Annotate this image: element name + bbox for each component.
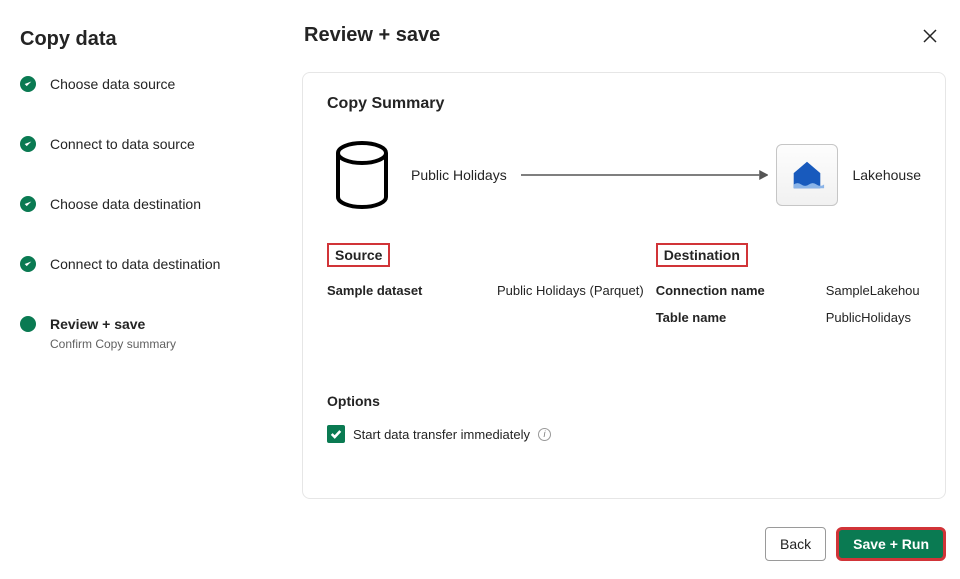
database-icon [333,141,391,209]
page-title: Review + save [304,24,440,47]
start-transfer-checkbox[interactable] [327,425,345,443]
step-label: Choose data destination [50,195,201,213]
close-icon [923,29,937,43]
current-step-icon [20,316,36,332]
dest-row-table: Table name PublicHolidays [656,310,921,325]
source-label: Public Holidays [411,167,507,183]
dest-row-connection: Connection name SampleLakehou [656,283,921,298]
wizard-sidebar: Copy data Choose data source [0,0,280,579]
row-key: Connection name [656,283,826,298]
destination-heading: Destination [656,243,748,267]
dest-label: Lakehouse [852,167,921,183]
arrow-icon [521,168,769,182]
options-title: Options [327,393,921,409]
checkmark-icon [20,256,36,272]
lakehouse-icon [776,144,838,206]
step-sublabel: Confirm Copy summary [50,337,176,351]
row-key: Table name [656,310,826,325]
copy-summary-card: Copy Summary Public Holidays [302,72,946,499]
checkmark-icon [20,76,36,92]
flow-diagram: Public Holidays Lakehouse [333,141,921,209]
step-choose-data-source[interactable]: Choose data source [18,75,260,135]
close-button[interactable] [918,24,942,48]
step-label: Connect to data source [50,135,195,153]
wizard-steps: Choose data source Connect to data sourc… [18,75,260,351]
row-value: PublicHolidays [826,310,911,325]
options-section: Options Start data transfer immediately … [327,393,921,443]
row-key: Sample dataset [327,283,497,298]
card-title: Copy Summary [327,95,921,113]
back-button[interactable]: Back [765,527,826,561]
source-column: Source Sample dataset Public Holidays (P… [327,243,644,337]
info-icon[interactable]: i [538,428,551,441]
step-label: Choose data source [50,75,175,93]
row-value: SampleLakehou [826,283,920,298]
main-panel: Review + save Copy Summary Public Holida… [280,0,960,579]
source-heading: Source [327,243,390,267]
sidebar-title: Copy data [20,28,260,51]
destination-column: Destination Connection name SampleLakeho… [656,243,921,337]
checkmark-icon [20,136,36,152]
row-value: Public Holidays (Parquet) [497,283,644,298]
step-review-save[interactable]: Review + save Confirm Copy summary [18,315,260,351]
footer: Back Save + Run [302,499,946,561]
step-choose-data-destination[interactable]: Choose data destination [18,195,260,255]
step-label: Connect to data destination [50,255,220,273]
save-run-button[interactable]: Save + Run [836,527,946,561]
start-transfer-label: Start data transfer immediately [353,427,530,442]
step-label: Review + save [50,315,176,333]
source-row-sample-dataset: Sample dataset Public Holidays (Parquet) [327,283,644,298]
checkmark-icon [20,196,36,212]
step-connect-data-source[interactable]: Connect to data source [18,135,260,195]
step-connect-data-destination[interactable]: Connect to data destination [18,255,260,315]
